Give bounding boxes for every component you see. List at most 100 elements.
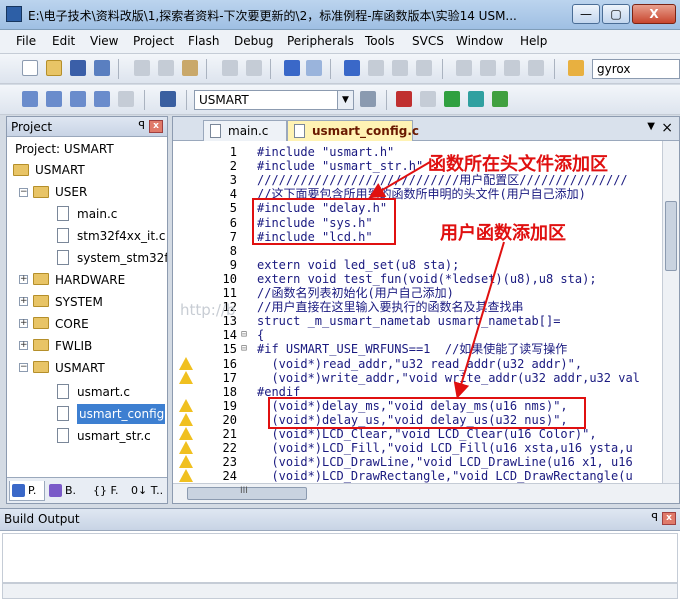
file-usmart[interactable]: usmart.c xyxy=(77,382,130,402)
code-line[interactable]: 9 extern void led_set(u8 sta); xyxy=(173,258,662,272)
warning-icon[interactable] xyxy=(179,455,193,469)
comment-icon[interactable] xyxy=(504,60,520,76)
build-icon[interactable] xyxy=(46,91,62,107)
translate-icon[interactable] xyxy=(22,91,38,107)
file-main[interactable]: main.c xyxy=(77,204,117,224)
bookmark-icon[interactable] xyxy=(344,60,360,76)
expand-icon[interactable]: + xyxy=(19,341,28,350)
menu-help[interactable]: Help xyxy=(520,34,547,48)
code-line[interactable]: 23 (void*)LCD_DrawLine,"void LCD_DrawLin… xyxy=(173,455,662,469)
vertical-scrollbar[interactable] xyxy=(662,141,679,483)
cut-icon[interactable] xyxy=(134,60,150,76)
warning-icon[interactable] xyxy=(179,412,193,426)
warning-icon[interactable] xyxy=(179,370,193,384)
tab-books[interactable]: B. xyxy=(47,481,87,501)
code-line[interactable]: 6 #include "sys.h" xyxy=(173,216,662,230)
close-icon[interactable]: x xyxy=(662,512,676,525)
stop-build-icon[interactable] xyxy=(118,91,134,107)
code-line[interactable]: 17 (void*)write_addr,"void write_addr(u3… xyxy=(173,370,662,385)
menu-window[interactable]: Window xyxy=(456,34,503,48)
group-usmart[interactable]: USMART xyxy=(55,358,105,378)
save-all-icon[interactable] xyxy=(94,60,110,76)
horizontal-scrollbar[interactable]: III xyxy=(173,483,679,503)
close-button[interactable]: X xyxy=(632,4,676,24)
menu-tools[interactable]: Tools xyxy=(365,34,395,48)
pack-installer-icon[interactable] xyxy=(468,91,484,107)
code-line[interactable]: 4//这下面要包含所用到的函数所申明的头文件(用户自己添加) xyxy=(173,187,662,201)
expand-icon[interactable]: + xyxy=(19,297,28,306)
batch-build-icon[interactable] xyxy=(94,91,110,107)
code-line[interactable]: 24 (void*)LCD_DrawRectangle,"void LCD_Dr… xyxy=(173,469,662,483)
warning-icon[interactable] xyxy=(179,398,193,412)
target-options-icon[interactable] xyxy=(360,91,376,107)
find-input[interactable] xyxy=(592,59,680,79)
expand-icon[interactable]: + xyxy=(19,319,28,328)
warning-icon[interactable] xyxy=(179,356,193,370)
run-environment-icon[interactable] xyxy=(492,91,508,107)
rebuild-icon[interactable] xyxy=(70,91,86,107)
code-line[interactable]: 7 #include "lcd.h" xyxy=(173,230,662,244)
redo-icon[interactable] xyxy=(246,60,262,76)
tab-list-icon[interactable]: ▼ xyxy=(647,121,655,132)
collapse-icon[interactable]: − xyxy=(19,188,28,197)
tab-usmart-config-c[interactable]: usmart_config.c xyxy=(287,120,419,142)
build-output-text[interactable] xyxy=(2,533,678,583)
scrollbar-thumb[interactable]: III xyxy=(187,486,307,500)
code-line[interactable]: 12//用户直接在这里输入要执行的函数名及其查找串 xyxy=(173,300,662,314)
menu-svcs[interactable]: SVCS xyxy=(412,34,444,48)
maximize-button[interactable]: ▢ xyxy=(602,4,630,24)
code-line[interactable]: 14 ⊟ { xyxy=(173,328,662,342)
menu-peripherals[interactable]: Peripherals xyxy=(287,34,354,48)
close-tab-icon[interactable]: × xyxy=(661,120,673,136)
menu-project[interactable]: Project xyxy=(133,34,174,48)
prev-bookmark-icon[interactable] xyxy=(368,60,384,76)
group-core[interactable]: CORE xyxy=(55,314,89,334)
project-root[interactable]: Project: USMART xyxy=(15,139,114,159)
navigate-forward-icon[interactable] xyxy=(306,60,322,76)
uncomment-icon[interactable] xyxy=(528,60,544,76)
menu-flash[interactable]: Flash xyxy=(188,34,219,48)
file-system-stm32f[interactable]: system_stm32f xyxy=(77,248,167,268)
clear-bookmarks-icon[interactable] xyxy=(416,60,432,76)
target-select[interactable]: USMART ▼ xyxy=(194,90,354,110)
group-hardware[interactable]: HARDWARE xyxy=(55,270,125,290)
menu-debug[interactable]: Debug xyxy=(234,34,273,48)
scrollbar-thumb[interactable] xyxy=(665,201,677,271)
tab-functions[interactable]: {} F. xyxy=(89,481,127,501)
horizontal-scrollbar[interactable] xyxy=(2,583,678,599)
next-bookmark-icon[interactable] xyxy=(392,60,408,76)
code-line[interactable]: 10 extern void test_fun(void(*ledset)(u8)… xyxy=(173,272,662,286)
tab-project[interactable]: P. xyxy=(9,481,45,501)
new-file-icon[interactable] xyxy=(22,60,38,76)
code-line[interactable]: 16 (void*)read_addr,"u32 read_addr(u32 a… xyxy=(173,356,662,371)
tab-main-c[interactable]: main.c xyxy=(203,120,287,141)
fold-icon[interactable]: ⊟ xyxy=(241,342,251,356)
collapse-icon[interactable]: − xyxy=(19,363,28,372)
menu-edit[interactable]: Edit xyxy=(52,34,75,48)
group-user[interactable]: USER xyxy=(55,182,87,202)
pin-icon[interactable]: ꟼ xyxy=(651,511,658,524)
code-area[interactable]: 1 #include "usmart.h" 2 #include "usmart_st… xyxy=(173,141,662,483)
expand-icon[interactable]: + xyxy=(19,275,28,284)
warning-icon[interactable] xyxy=(179,441,193,455)
fold-icon[interactable]: ⊟ xyxy=(241,328,251,342)
group-system[interactable]: SYSTEM xyxy=(55,292,103,312)
code-line[interactable]: 21 (void*)LCD_Clear,"void LCD_Clear(u16 … xyxy=(173,427,662,441)
chevron-down-icon[interactable]: ▼ xyxy=(337,91,353,109)
file-extensions-icon[interactable] xyxy=(420,91,436,107)
indent-icon[interactable] xyxy=(456,60,472,76)
undo-icon[interactable] xyxy=(222,60,238,76)
pin-icon[interactable]: ꟼ xyxy=(138,119,145,132)
close-icon[interactable]: x xyxy=(149,120,163,133)
save-icon[interactable] xyxy=(70,60,86,76)
navigate-back-icon[interactable] xyxy=(284,60,300,76)
menu-view[interactable]: View xyxy=(90,34,118,48)
code-line[interactable]: 13 struct _m_usmart_nametab usmart_nameta… xyxy=(173,314,662,328)
file-usmart-str[interactable]: usmart_str.c xyxy=(77,426,151,446)
copy-icon[interactable] xyxy=(158,60,174,76)
warning-icon[interactable] xyxy=(179,469,193,483)
code-line[interactable]: 15 ⊟ #if USMART_USE_WRFUNS==1 //如果使能了读写操作 xyxy=(173,342,662,356)
warning-icon[interactable] xyxy=(179,427,193,440)
paste-icon[interactable] xyxy=(182,60,198,76)
minimize-button[interactable]: — xyxy=(572,4,600,24)
